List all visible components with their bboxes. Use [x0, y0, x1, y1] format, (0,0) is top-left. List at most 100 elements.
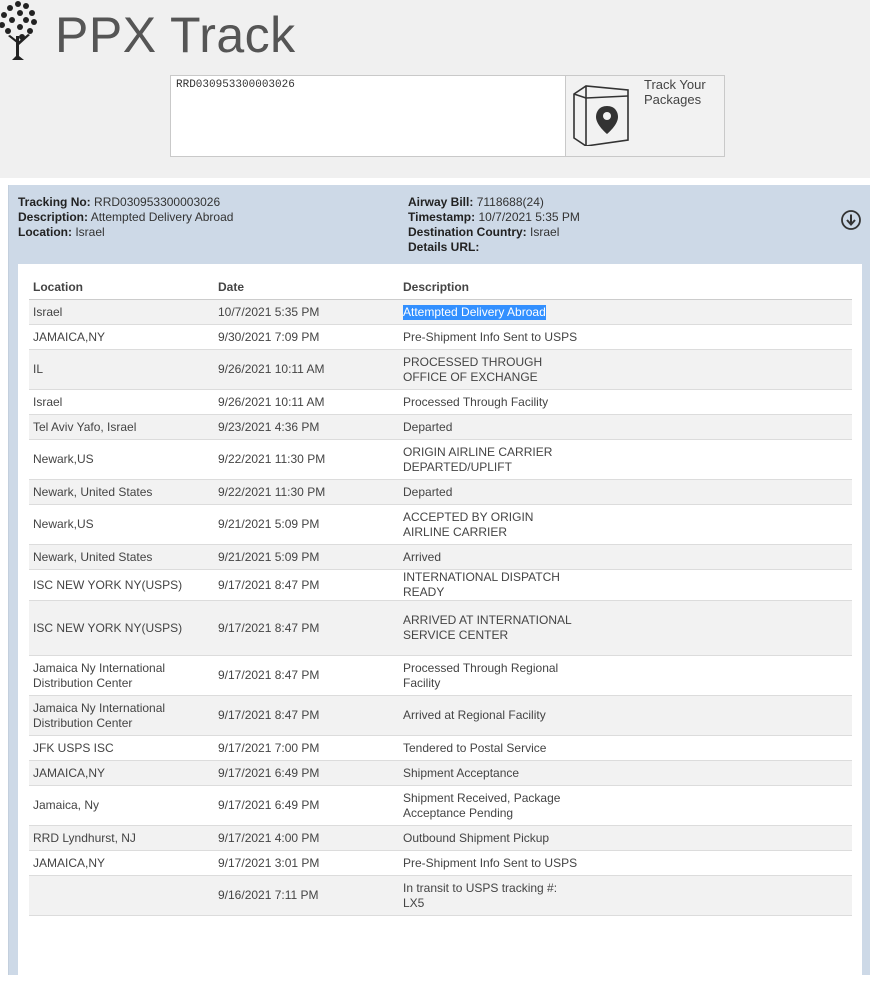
description-text: In transit to USPS tracking #: LX5: [403, 880, 558, 910]
header-description: Description: [399, 274, 852, 300]
table-row: Jamaica Ny International Distribution Ce…: [29, 655, 852, 696]
tracking-history-table: Location Date Description Israel 10/7/202…: [29, 274, 852, 916]
table-row: JAMAICA,NY 9/17/2021 6:49 PM Shipment Acce…: [29, 760, 852, 786]
cell-location: Newark,US: [29, 504, 214, 545]
table-row: JFK USPS ISC 9/17/2021 7:00 PM Tendered to…: [29, 735, 852, 761]
table-row: 9/16/2021 7:11 PM In transit to USPS trac…: [29, 875, 852, 916]
cell-location: ISC NEW YORK NY(USPS): [29, 600, 214, 656]
track-packages-button[interactable]: Track Your Packages: [565, 75, 725, 157]
cell-description: Departed: [399, 414, 852, 440]
cell-date: 9/30/2021 7:09 PM: [214, 324, 399, 350]
cell-location: Tel Aviv Yafo, Israel: [29, 414, 214, 440]
summary-right: Airway Bill: 7118688(24) Timestamp: 10/7…: [408, 195, 580, 255]
cell-date: 9/17/2021 3:01 PM: [214, 850, 399, 876]
location-text: Newark, United States: [33, 549, 153, 564]
table-row: ISC NEW YORK NY(USPS) 9/17/2021 8:47 PM AR…: [29, 600, 852, 656]
cell-date: 9/26/2021 10:11 AM: [214, 349, 399, 390]
cell-description: ARRIVED AT INTERNATIONAL SERVICE CENTER: [399, 600, 852, 656]
circle-down-arrow-icon[interactable]: [840, 209, 862, 231]
summary-tracking-no: Tracking No: RRD030953300003026: [18, 195, 221, 209]
location-text: Israel: [33, 394, 63, 409]
location-text: ISC NEW YORK NY(USPS): [33, 620, 183, 635]
table-header-row: Location Date Description: [29, 274, 852, 300]
cell-location: Jamaica, Ny: [29, 785, 214, 826]
description-text: Arrived: [403, 549, 442, 564]
cell-location: Israel: [29, 299, 214, 325]
cell-description: Processed Through Regional Facility: [399, 655, 852, 696]
tracking-number-input[interactable]: RRD030953300003026: [170, 75, 566, 157]
tree-dots-icon: [0, 1, 37, 60]
location-text: Newark,US: [33, 517, 94, 531]
description-text: INTERNATIONAL DISPATCH READY: [403, 570, 560, 599]
cell-description: Arrived: [399, 544, 852, 570]
cell-date: 9/17/2021 7:00 PM: [214, 735, 399, 761]
location-text: Newark, United States: [33, 484, 153, 499]
cell-description: Pre-Shipment Info Sent to USPS: [399, 850, 852, 876]
summary-destination: Destination Country: Israel: [408, 225, 560, 239]
summary-airway-bill: Airway Bill: 7118688(24): [408, 195, 544, 209]
location-text: JAMAICA,NY: [33, 855, 106, 870]
cell-date: 9/17/2021 8:47 PM: [214, 600, 399, 656]
header-band: PPX Track RRD030953300003026 Track Your …: [0, 0, 870, 178]
location-text: ISC NEW YORK NY(USPS): [33, 577, 183, 592]
cell-date: 9/21/2021 5:09 PM: [214, 544, 399, 570]
table-row: Tel Aviv Yafo, Israel 9/23/2021 4:36 PM De…: [29, 414, 852, 440]
cell-location: [29, 875, 214, 916]
header-location: Location: [29, 274, 214, 300]
app-title: PPX Track: [55, 7, 296, 63]
description-text: Outbound Shipment Pickup: [403, 830, 550, 845]
cell-date: 9/26/2021 10:11 AM: [214, 389, 399, 415]
description-text: ACCEPTED BY ORIGIN AIRLINE CARRIER: [403, 509, 534, 539]
cell-location: Jamaica Ny International Distribution Ce…: [29, 655, 214, 696]
location-text: JFK USPS ISC: [33, 740, 114, 755]
description-text: PROCESSED THROUGH OFFICE OF EXCHANGE: [403, 354, 543, 384]
summary-location: Location: Israel: [18, 225, 105, 239]
summary-details-url: Details URL:: [408, 240, 480, 254]
location-text: JAMAICA,NY: [33, 765, 106, 780]
cell-description: In transit to USPS tracking #: LX5: [399, 875, 852, 916]
location-text: IL: [33, 362, 44, 376]
description-text: Pre-Shipment Info Sent to USPS: [403, 855, 578, 870]
table-row: Newark,US 9/22/2021 11:30 PM ORIGIN AIRLIN…: [29, 439, 852, 480]
summary-timestamp: Timestamp: 10/7/2021 5:35 PM: [408, 210, 580, 224]
summary-description: Description: Attempted Delivery Abroad: [18, 210, 234, 224]
cell-location: JAMAICA,NY: [29, 324, 214, 350]
table-row: Jamaica Ny International Distribution Ce…: [29, 695, 852, 736]
cell-location: JAMAICA,NY: [29, 850, 214, 876]
table-row: Newark, United States 9/22/2021 11:30 PM D…: [29, 479, 852, 505]
cell-date: 10/7/2021 5:35 PM: [214, 299, 399, 325]
location-text: Newark,US: [33, 452, 94, 466]
header-date: Date: [214, 274, 399, 300]
cell-location: Newark, United States: [29, 544, 214, 570]
location-text: RRD Lyndhurst, NJ: [33, 830, 136, 845]
cell-date: 9/22/2021 11:30 PM: [214, 439, 399, 480]
cell-description: Pre-Shipment Info Sent to USPS: [399, 324, 852, 350]
table-body: Israel 10/7/2021 5:35 PM Attempted Deliver…: [29, 299, 852, 916]
location-text: Jamaica Ny International Distribution Ce…: [33, 700, 166, 730]
description-text: Tendered to Postal Service: [403, 740, 547, 755]
cell-location: JAMAICA,NY: [29, 760, 214, 786]
cell-date: 9/17/2021 8:47 PM: [214, 655, 399, 696]
location-text: Jamaica Ny International Distribution Ce…: [33, 660, 166, 690]
table-row: RRD Lyndhurst, NJ 9/17/2021 4:00 PM Outbou…: [29, 825, 852, 851]
table-row: Newark,US 9/21/2021 5:09 PM ACCEPTED BY OR…: [29, 504, 852, 545]
track-button-label: Track Your Packages: [644, 77, 706, 107]
table-row: Israel 10/7/2021 5:35 PM Attempted Deliver…: [29, 299, 852, 325]
table-row: Jamaica, Ny 9/17/2021 6:49 PM Shipment Rec…: [29, 785, 852, 826]
cell-location: Newark, United States: [29, 479, 214, 505]
cell-description: ACCEPTED BY ORIGIN AIRLINE CARRIER: [399, 504, 852, 545]
cell-date: 9/17/2021 6:49 PM: [214, 760, 399, 786]
cell-description: Shipment Received, Package Acceptance Pe…: [399, 785, 852, 826]
table-row: IL 9/26/2021 10:11 AM PROCESSED THROUGH OF…: [29, 349, 852, 390]
cell-date: 9/23/2021 4:36 PM: [214, 414, 399, 440]
cell-location: ISC NEW YORK NY(USPS): [29, 569, 214, 601]
location-text: Tel Aviv Yafo, Israel: [33, 419, 137, 434]
table-row: Israel 9/26/2021 10:11 AM Processed Throug…: [29, 389, 852, 415]
cell-location: Newark,US: [29, 439, 214, 480]
description-text: Processed Through Facility: [403, 394, 549, 409]
cell-description: Tendered to Postal Service: [399, 735, 852, 761]
cell-date: 9/17/2021 6:49 PM: [214, 785, 399, 826]
description-text: Shipment Received, Package Acceptance Pe…: [403, 790, 561, 820]
tracking-result-panel: Tracking No: RRD030953300003026 Descript…: [8, 185, 870, 984]
cell-location: IL: [29, 349, 214, 390]
